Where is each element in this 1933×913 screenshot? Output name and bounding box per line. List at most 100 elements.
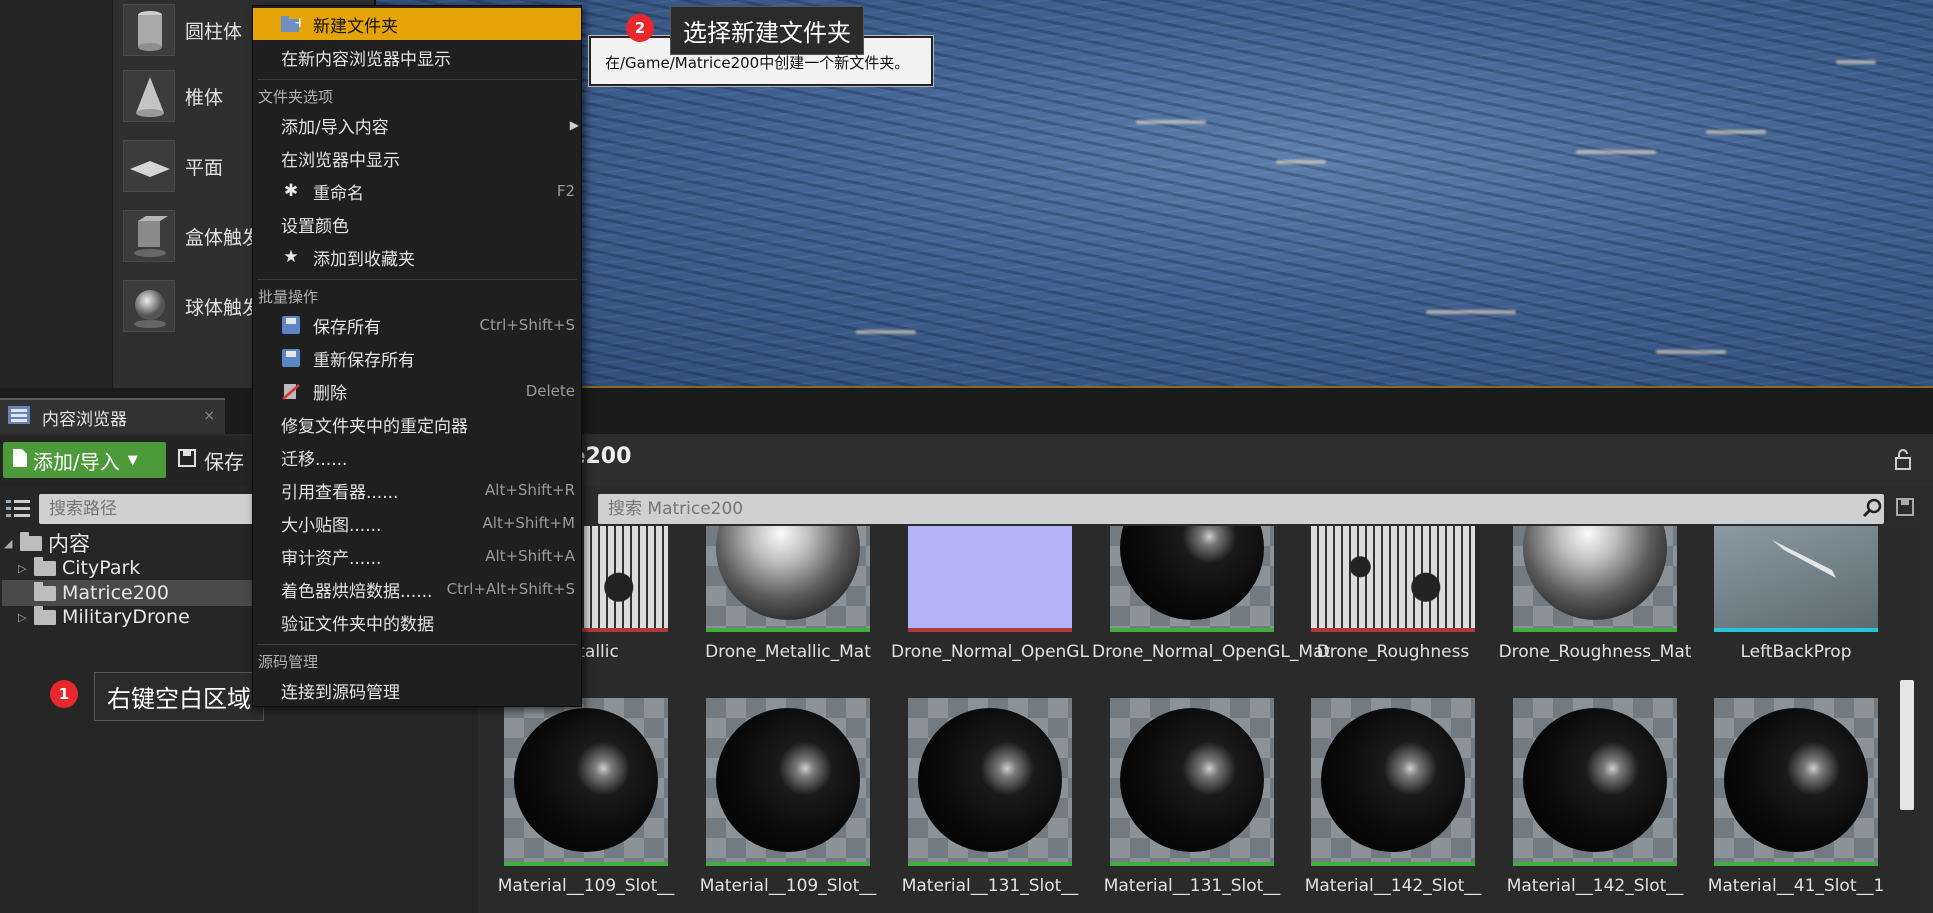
menu-item-label: 连接到源码管理 (281, 682, 400, 703)
menu-item-save-all[interactable]: 保存所有 Ctrl+Shift+S (253, 309, 581, 341)
menu-item-set-color[interactable]: 设置颜色 (253, 208, 581, 240)
place-mode-strip (0, 0, 112, 388)
actor-label: 圆柱体 (185, 20, 243, 43)
asset-name: Material__109_Slot__ (497, 876, 675, 896)
menu-item-size-map[interactable]: 大小贴图...... Alt+Shift+M (253, 507, 581, 539)
menu-item-label: 新建文件夹 (313, 16, 398, 37)
shortcut-key: Delete (525, 382, 575, 400)
asset-tile[interactable]: Material__131_Slot__ (902, 698, 1078, 897)
asset-type-bar (706, 862, 870, 866)
tab-label: 内容浏览器 (42, 409, 127, 430)
menu-item-label: 大小贴图...... (281, 515, 382, 536)
asset-tile[interactable]: Drone_Roughness (1311, 526, 1475, 663)
menu-item-validate-data[interactable]: 验证文件夹中的数据 (253, 606, 581, 638)
menu-item-resave-all[interactable]: 重新保存所有 (253, 342, 581, 374)
asset-tile[interactable]: Material__109_Slot__ (498, 698, 674, 897)
asset-tile[interactable]: Material__131_Slot__ (1104, 698, 1280, 897)
asset-tile[interactable]: Material__41_Slot__1 (1708, 698, 1884, 897)
close-icon[interactable]: × (203, 408, 215, 424)
asset-type-bar (1513, 862, 1677, 866)
asset-name: Drone_Normal_OpenGL (891, 642, 1089, 662)
save-search-icon[interactable] (1896, 498, 1914, 520)
material-thumbnail (504, 698, 668, 862)
asset-tile[interactable]: LeftBackProp (1714, 526, 1878, 663)
step-2-badge: 2 (626, 14, 654, 42)
asset-grid-scrollbar[interactable] (1900, 680, 1914, 810)
plane-icon (123, 140, 175, 192)
material-thumbnail (706, 526, 870, 628)
menu-item-add-to-favorites[interactable]: ★ 添加到收藏夹 (253, 241, 581, 273)
menu-divider (257, 279, 577, 280)
tree-item-matrice200[interactable]: Matrice200 (18, 581, 169, 605)
folder-icon (34, 556, 56, 576)
asset-name: Material__41_Slot__1 (1707, 876, 1885, 896)
search-icon[interactable] (1862, 497, 1884, 523)
step-1-badge: 1 (50, 680, 78, 708)
menu-item-audit-assets[interactable]: 审计资产...... Alt+Shift+A (253, 540, 581, 572)
save-label: 保存 (204, 449, 244, 474)
menu-item-label: 在新内容浏览器中显示 (281, 49, 451, 70)
asset-name: Drone_Roughness_Mat (1498, 642, 1692, 662)
menu-item-delete[interactable]: 删除 Delete (253, 375, 581, 407)
water-glint (1836, 60, 1876, 64)
menu-item-label: 保存所有 (313, 317, 381, 338)
shortcut-key: Alt+Shift+M (482, 514, 575, 532)
menu-item-shader-cook-data[interactable]: 着色器烘焙数据...... Ctrl+Alt+Shift+S (253, 573, 581, 605)
editor-window: 圆柱体 椎体 平面 盒体触发 球体触发 内容浏览器 × 添加/导入 ▼ 保存 搜… (0, 0, 1933, 913)
asset-tile[interactable]: Drone_Normal_OpenGL (891, 526, 1089, 663)
menu-item-new-folder[interactable]: + 新建文件夹 (253, 8, 581, 40)
asset-tile[interactable]: Drone_Normal_OpenGL_Mat (1092, 526, 1330, 663)
tree-item-militarydrone[interactable]: ▷ MilitaryDrone (18, 605, 190, 629)
delete-icon (281, 381, 301, 401)
tree-item-label: Matrice200 (62, 582, 169, 604)
asset-tile[interactable]: Drone_Metallic_Mat (705, 526, 871, 663)
shortcut-key: Alt+Shift+R (485, 481, 575, 499)
save-button[interactable]: 保存 (178, 442, 244, 478)
asset-name: Drone_Metallic_Mat (705, 642, 871, 662)
rename-icon: ✱ (283, 181, 299, 201)
material-thumbnail (1110, 526, 1274, 628)
material-thumbnail (1110, 698, 1274, 862)
menu-item-label: 设置颜色 (281, 216, 349, 237)
folder-icon (34, 581, 56, 601)
menu-item-show-in-explorer[interactable]: 在浏览器中显示 (253, 142, 581, 174)
menu-item-show-in-new-browser[interactable]: 在新内容浏览器中显示 (253, 41, 581, 73)
save-icon (281, 348, 301, 368)
add-import-button[interactable]: 添加/导入 ▼ (3, 442, 166, 478)
menu-item-fix-redirectors[interactable]: 修复文件夹中的重定向器 (253, 408, 581, 440)
tree-toggle-icon[interactable] (6, 498, 30, 522)
save-icon (281, 315, 301, 335)
mesh-thumbnail (1714, 526, 1878, 628)
menu-item-rename[interactable]: ✱ 重命名 F2 (253, 175, 581, 207)
tree-item-label: MilitaryDrone (62, 606, 190, 628)
asset-name: Material__142_Slot__ (1304, 876, 1482, 896)
svg-text:+: + (294, 15, 301, 31)
water-glint (856, 330, 916, 334)
asset-tile[interactable]: Drone_Roughness_Mat (1499, 526, 1691, 663)
menu-item-label: 删除 (313, 383, 347, 404)
chevron-down-icon: ◢ (4, 536, 13, 550)
asset-search-input[interactable] (598, 494, 1884, 524)
material-thumbnail (1513, 526, 1677, 628)
tree-item-content-root[interactable]: ◢ 内容 (4, 531, 90, 556)
water-glint (1136, 120, 1206, 124)
tree-item-citypark[interactable]: ▷ CityPark (18, 556, 140, 580)
asset-type-bar (1513, 628, 1677, 632)
menu-item-connect-source-control[interactable]: 连接到源码管理 (253, 674, 581, 706)
menu-item-reference-viewer[interactable]: 引用查看器...... Alt+Shift+R (253, 474, 581, 506)
material-thumbnail (706, 698, 870, 862)
sphere-trigger-icon (123, 280, 175, 332)
tab-content-browser[interactable]: 内容浏览器 × (0, 398, 225, 434)
asset-name: LeftBackProp (1740, 642, 1852, 662)
water-glint (1706, 130, 1766, 134)
menu-item-migrate[interactable]: 迁移...... (253, 441, 581, 473)
asset-tile[interactable]: Material__142_Slot__ (1305, 698, 1481, 897)
asset-type-bar (1714, 862, 1878, 866)
new-file-icon (13, 448, 27, 472)
lock-icon[interactable] (1893, 448, 1913, 474)
star-icon: ★ (283, 247, 299, 267)
asset-tile[interactable]: Material__142_Slot__ (1507, 698, 1683, 897)
menu-item-label: 重新保存所有 (313, 350, 415, 371)
asset-tile[interactable]: Material__109_Slot__ (700, 698, 876, 897)
menu-item-add-import[interactable]: 添加/导入内容 ▶ (253, 109, 581, 141)
